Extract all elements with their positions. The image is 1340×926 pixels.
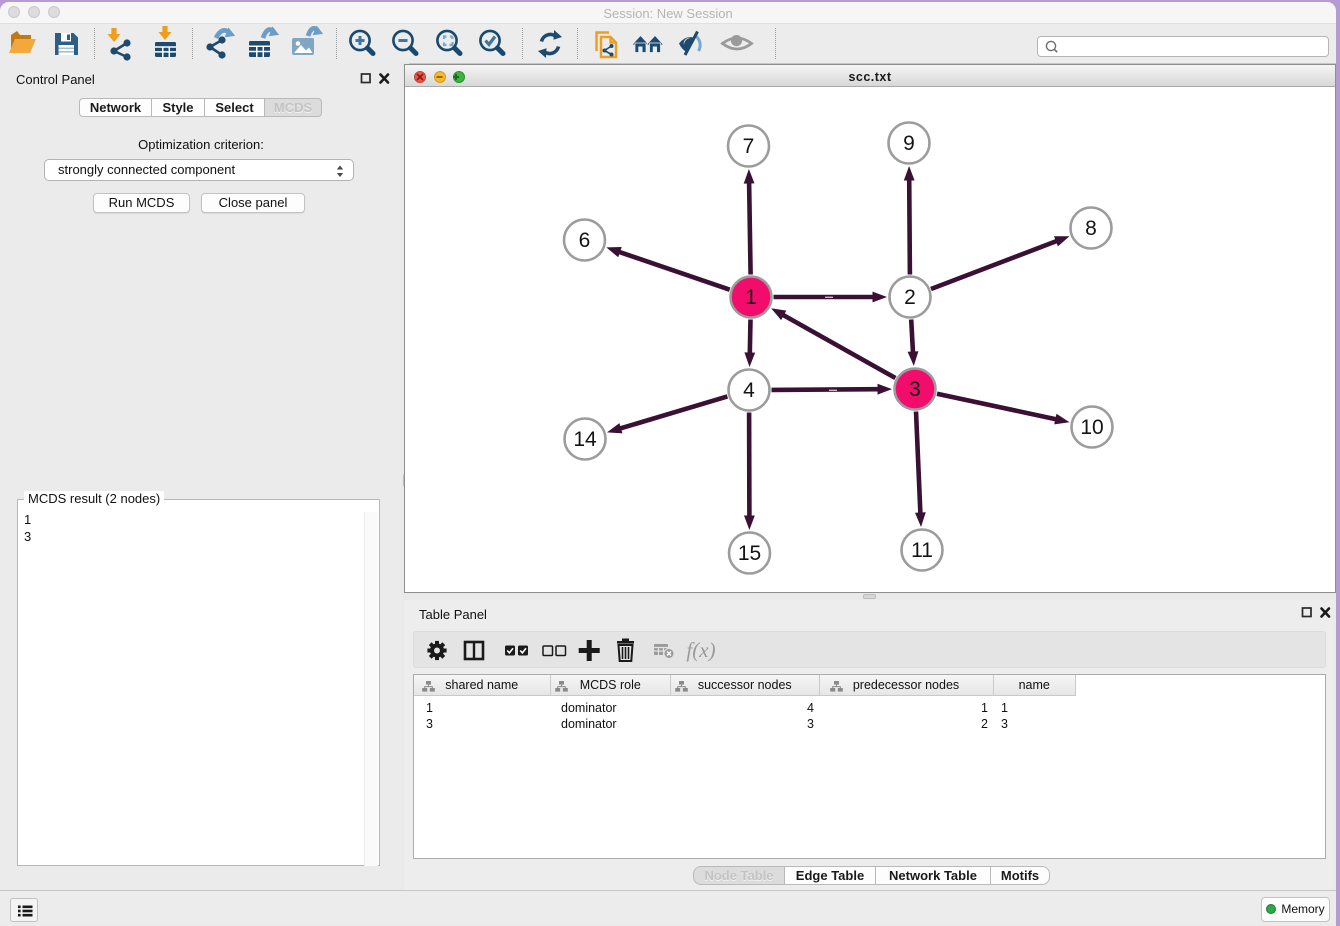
svg-text:7: 7 [743, 135, 755, 158]
svg-text:10: 10 [1080, 416, 1103, 439]
svg-text:9: 9 [903, 132, 915, 155]
svg-text:15: 15 [738, 542, 761, 565]
svg-text:3: 3 [909, 378, 921, 401]
svg-text:6: 6 [579, 229, 591, 252]
svg-text:8: 8 [1085, 217, 1097, 240]
svg-text:14: 14 [573, 428, 597, 451]
svg-text:11: 11 [911, 539, 933, 562]
svg-text:4: 4 [743, 379, 755, 402]
svg-text:1: 1 [745, 286, 757, 309]
svg-text:f(x): f(x) [686, 638, 715, 662]
svg-text:2: 2 [904, 286, 916, 309]
